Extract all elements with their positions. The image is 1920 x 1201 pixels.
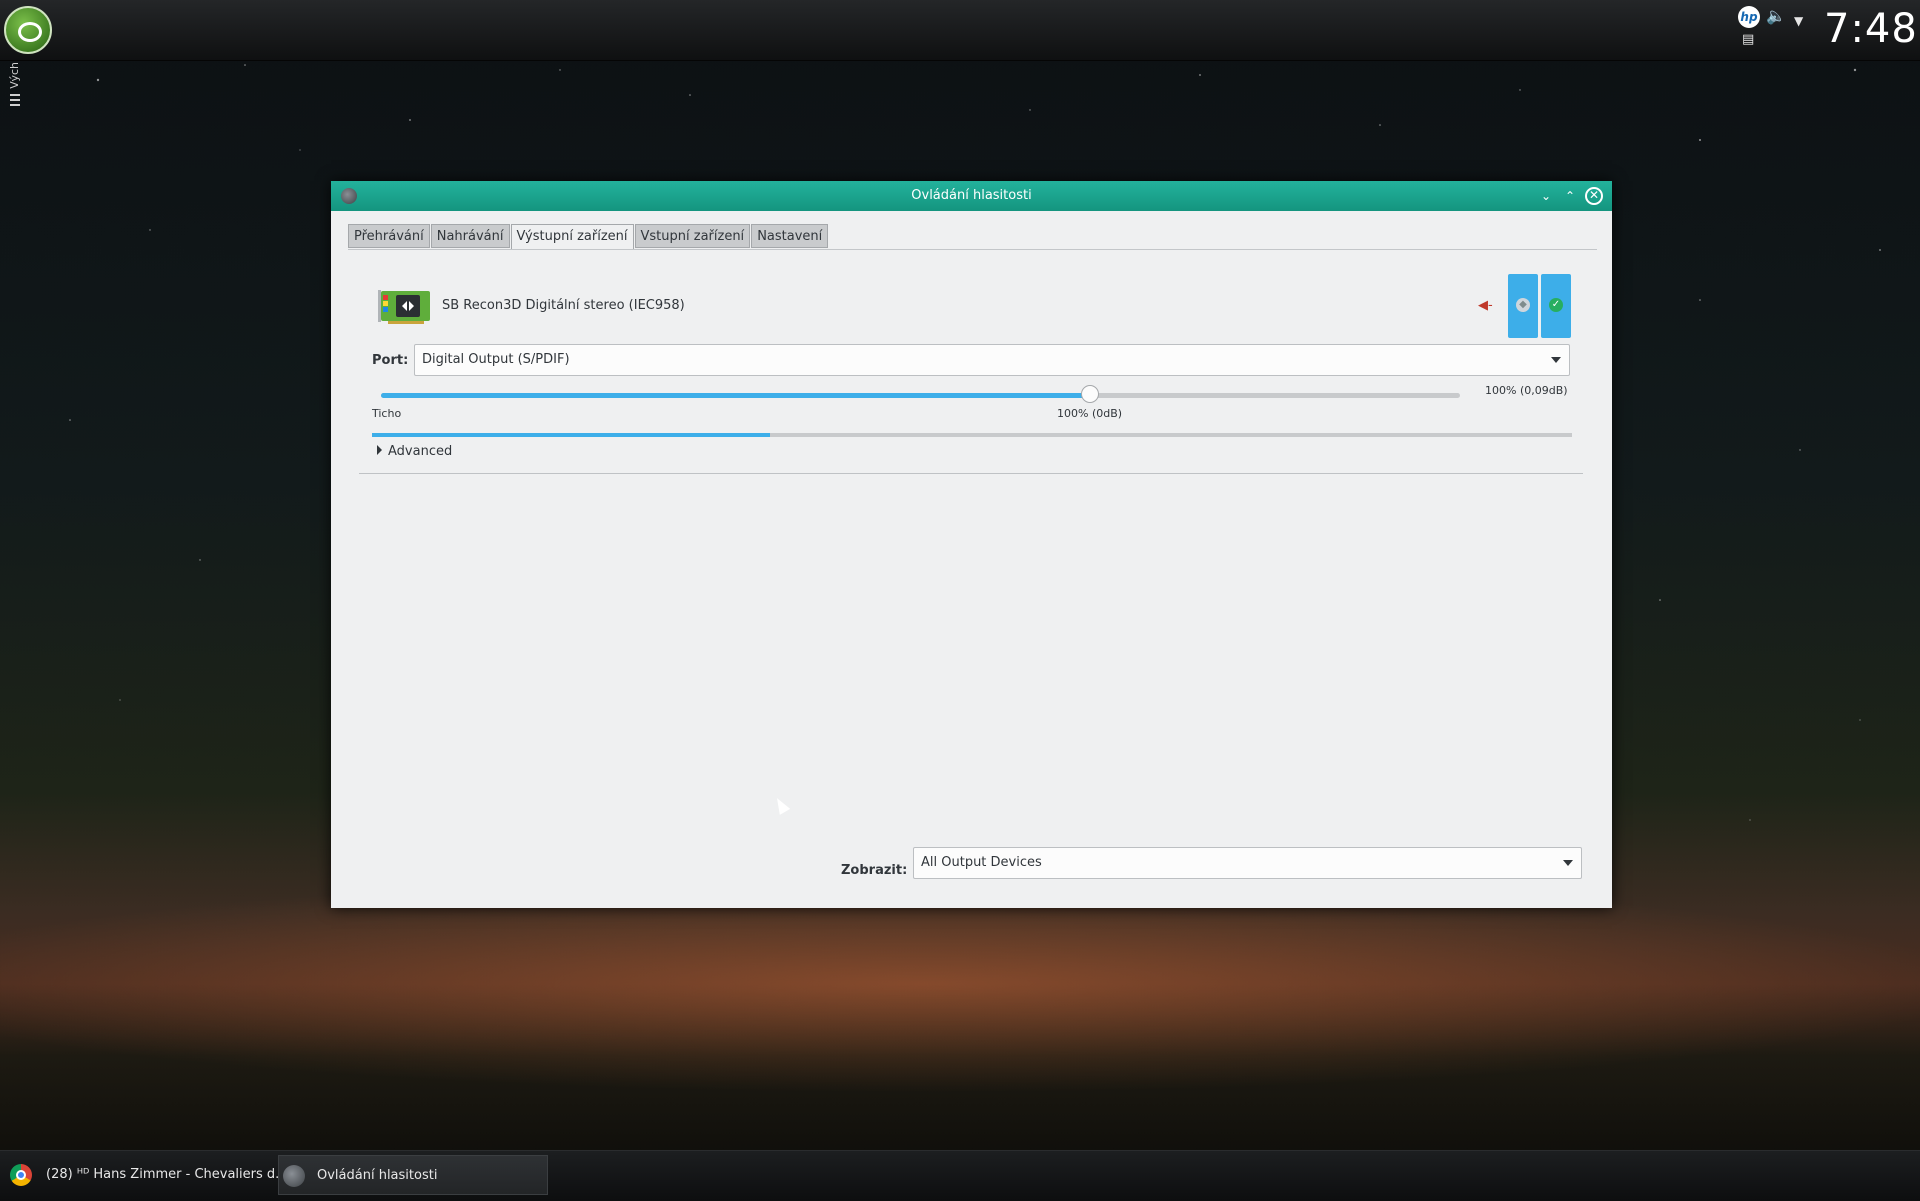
clipboard-icon[interactable]: ▤	[1742, 32, 1754, 47]
set-default-button[interactable]: ✓	[1541, 274, 1571, 338]
device-name: SB Recon3D Digitální stereo (IEC958)	[442, 298, 685, 313]
task-chrome[interactable]: (28) ᴴᴰ Hans Zimmer - Chevaliers d...	[6, 1155, 288, 1195]
tab-divider	[348, 249, 1597, 250]
side-panel-label: Vých	[8, 62, 21, 89]
maximize-button[interactable]: ⌃	[1561, 187, 1579, 205]
chrome-icon	[10, 1164, 32, 1186]
volume-value: 100% (0,09dB)	[1485, 384, 1568, 397]
volume-slider-fill	[381, 393, 1090, 398]
shield-icon: ◆	[1516, 298, 1530, 312]
volume-slider[interactable]	[381, 385, 1460, 403]
chevron-down-icon	[1551, 357, 1561, 363]
taskbar: (28) ᴴᴰ Hans Zimmer - Chevaliers d... Ov…	[0, 1150, 1920, 1201]
tray-expand-icon[interactable]: ▼	[1794, 14, 1803, 28]
mute-button[interactable]: ◀-	[1478, 298, 1493, 313]
tab-playback[interactable]: Přehrávání	[348, 224, 430, 248]
hp-icon[interactable]: hp	[1738, 6, 1760, 28]
top-panel: hp 🔈 ▤ ▼ 7:48	[0, 0, 1920, 61]
show-devices-dropdown[interactable]: All Output Devices	[913, 847, 1582, 879]
volume-slider-handle[interactable]	[1080, 385, 1099, 403]
sound-card-icon	[378, 290, 430, 324]
clock[interactable]: 7:48	[1824, 6, 1918, 52]
application-launcher-icon[interactable]	[4, 6, 52, 54]
expand-arrow-icon	[377, 445, 382, 455]
tab-configuration[interactable]: Nastavení	[751, 224, 829, 248]
menu-icon	[10, 94, 20, 106]
port-value: Digital Output (S/PDIF)	[422, 352, 570, 367]
speaker-icon[interactable]: 🔈	[1766, 6, 1786, 25]
minimize-button[interactable]: ⌄	[1537, 187, 1555, 205]
tab-input-devices[interactable]: Vstupní zařízení	[634, 224, 751, 248]
peak-meter-fill	[372, 433, 771, 437]
task-label: (28) ᴴᴰ Hans Zimmer - Chevaliers d...	[46, 1167, 288, 1182]
task-volume-control[interactable]: Ovládání hlasitosti	[278, 1155, 548, 1195]
port-label: Port:	[372, 353, 409, 368]
volume-control-window: Ovládání hlasitosti ⌄ ⌃ ✕ Přehrávání Nah…	[331, 181, 1612, 908]
separator	[359, 473, 1583, 474]
titlebar[interactable]: Ovládání hlasitosti ⌄ ⌃ ✕	[331, 181, 1612, 211]
show-value: All Output Devices	[921, 855, 1042, 870]
checkmark-icon: ✓	[1549, 298, 1563, 312]
pulseaudio-icon	[283, 1165, 305, 1187]
hundred-percent-label: 100% (0dB)	[1057, 407, 1123, 420]
show-label: Zobrazit:	[841, 863, 908, 878]
advanced-expander[interactable]: Advanced	[377, 444, 452, 459]
close-button[interactable]: ✕	[1585, 187, 1603, 205]
tab-recording[interactable]: Nahrávání	[430, 224, 510, 248]
task-label: Ovládání hlasitosti	[317, 1168, 438, 1183]
side-panel-tab[interactable]: Vých	[4, 60, 26, 112]
window-title: Ovládání hlasitosti	[911, 188, 1032, 203]
tab-output-devices[interactable]: Výstupní zařízení	[510, 224, 634, 250]
tab-bar: Přehrávání Nahrávání Výstupní zařízení V…	[348, 224, 829, 250]
advanced-label: Advanced	[388, 444, 453, 459]
silent-label: Ticho	[372, 407, 402, 420]
chevron-down-icon	[1563, 860, 1573, 866]
port-dropdown[interactable]: Digital Output (S/PDIF)	[414, 344, 1570, 376]
peak-meter	[372, 433, 1572, 437]
lock-channels-button[interactable]: ◆	[1508, 274, 1538, 338]
